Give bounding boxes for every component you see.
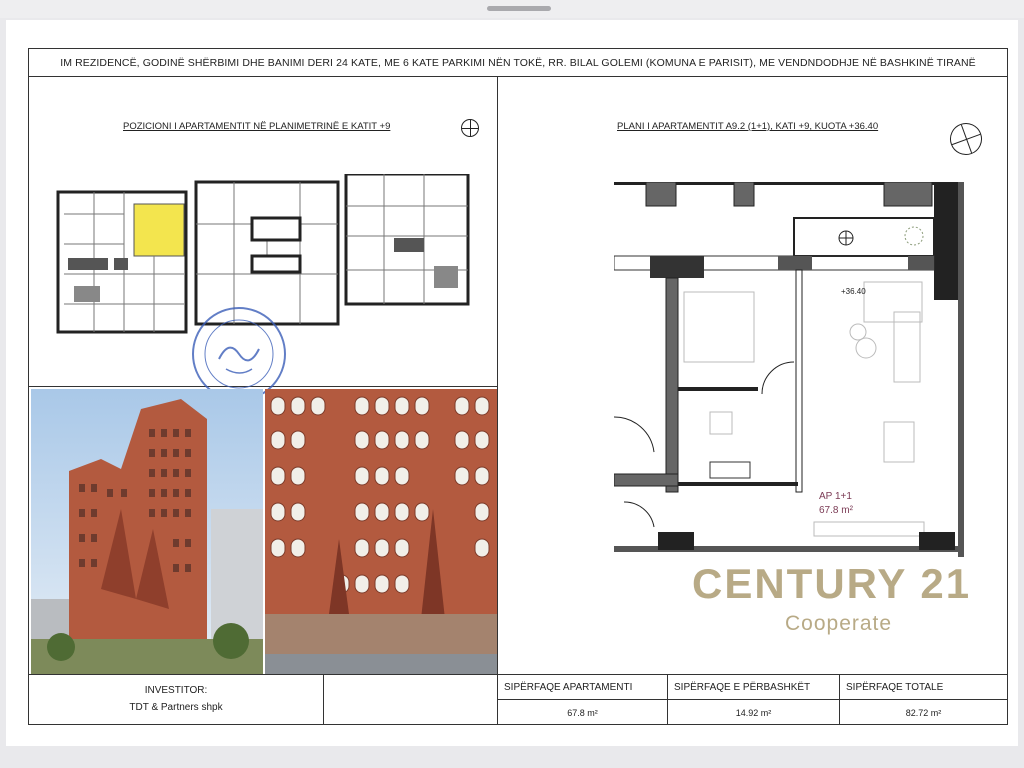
building-block-3 <box>344 174 470 306</box>
total-area-value-cell: 82.72 m² <box>839 700 1007 725</box>
shared-area-label: SIPËRFAQE E PËRBASHKËT <box>674 682 811 693</box>
building-block-2 <box>194 180 340 326</box>
apartment-area-label-cell: SIPËRFAQE APARTAMENTI <box>497 675 667 700</box>
total-area-label-cell: SIPËRFAQE TOTALE <box>839 675 1007 700</box>
vertical-divider <box>497 77 498 674</box>
document-title: IM REZIDENCË, GODINË SHËRBIMI DHE BANIMI… <box>60 56 976 69</box>
investor-cell: INVESTITOR: TDT & Partners shpk <box>29 675 324 725</box>
cooperate-tagline: Cooperate <box>785 612 893 635</box>
investor-label: INVESTITOR: <box>144 685 208 696</box>
apartment-area-value-cell: 67.8 m² <box>497 700 667 725</box>
highlighted-apartment <box>133 203 185 257</box>
shared-area-label-cell: SIPËRFAQE E PËRBASHKËT <box>667 675 839 700</box>
total-area-value: 82.72 m² <box>905 708 942 718</box>
north-arrow-icon <box>461 119 479 137</box>
level-label: +36.40 <box>841 287 866 296</box>
investor-name: TDT & Partners shpk <box>129 702 223 713</box>
north-arrow-icon <box>945 118 987 160</box>
century21-logo: CENTURY 21 <box>692 560 972 607</box>
unit-area: 67.8 m² <box>819 505 853 516</box>
floorplan-position-title: POZICIONI I APARTAMENTIT NË PLANIMETRINË… <box>123 121 391 132</box>
apartment-area-label: SIPËRFAQE APARTAMENTI <box>504 682 633 693</box>
unit-label: AP 1+1 <box>819 491 852 502</box>
top-bar <box>0 0 1024 18</box>
apartment-area-value: 67.8 m² <box>567 708 598 718</box>
building-block-1 <box>56 190 188 334</box>
document-header: IM REZIDENCË, GODINË SHËRBIMI DHE BANIMI… <box>29 49 1007 77</box>
drag-handle[interactable] <box>487 6 551 11</box>
footer-table: INVESTITOR: TDT & Partners shpk SIPËRFAQ… <box>29 674 1007 725</box>
building-render-closeup <box>265 389 497 674</box>
total-area-label: SIPËRFAQE TOTALE <box>846 682 944 693</box>
floor-plan-overview <box>56 174 470 401</box>
shared-area-value-cell: 14.92 m² <box>667 700 839 725</box>
apartment-plan-title: PLANI I APARTAMENTIT A9.2 (1+1), KATI +9… <box>617 121 879 132</box>
shared-area-value: 14.92 m² <box>735 708 772 718</box>
building-render-exterior <box>31 389 263 674</box>
apartment-floor-plan <box>614 182 964 557</box>
